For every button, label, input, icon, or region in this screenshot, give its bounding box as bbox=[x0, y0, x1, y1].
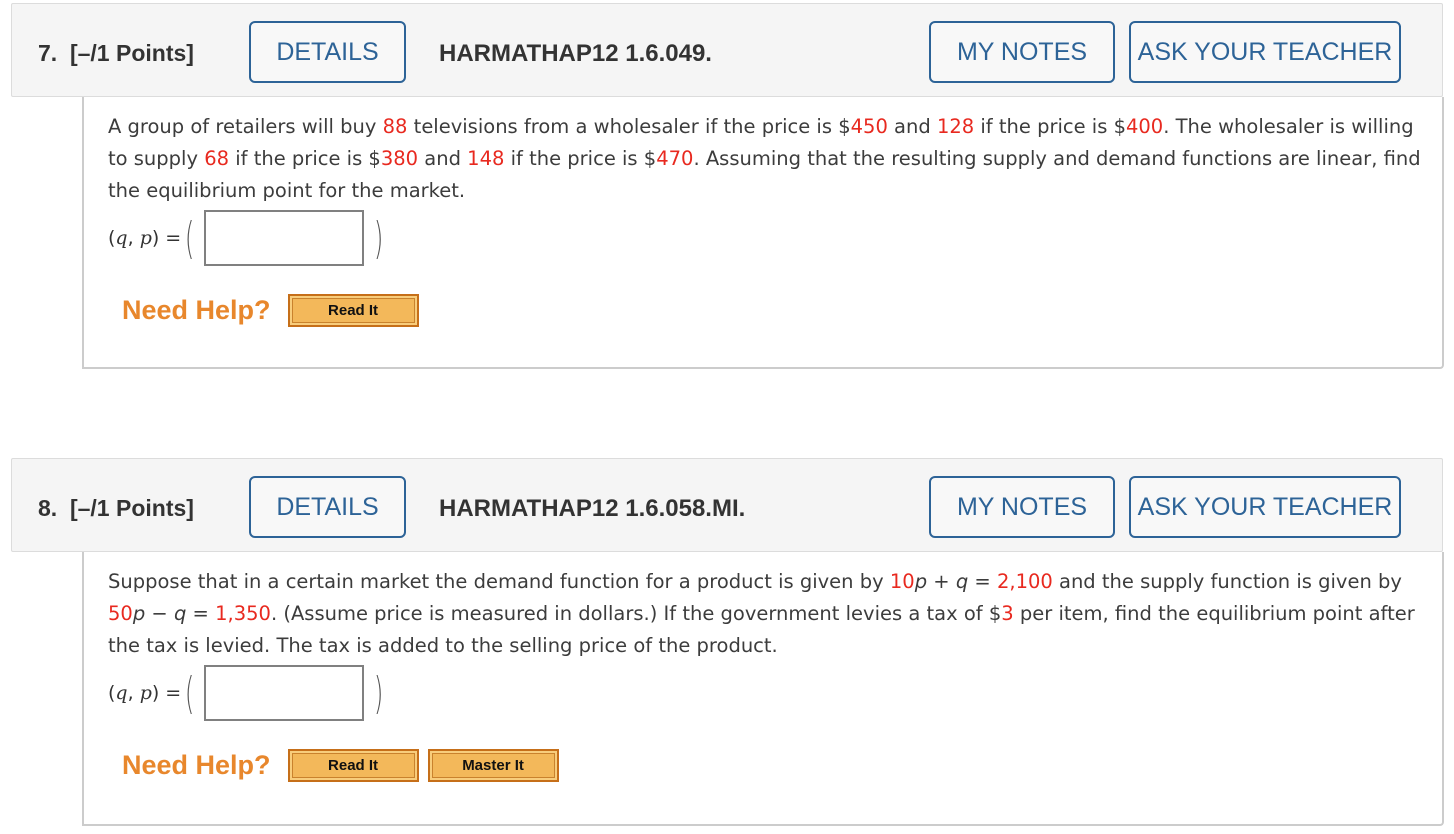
text-segment: if the price is $ bbox=[504, 147, 657, 170]
label-var-q: q bbox=[115, 682, 128, 704]
text-segment: = bbox=[968, 570, 997, 593]
given-value: 10 bbox=[889, 570, 915, 593]
ask-your-teacher-button[interactable]: ASK YOUR TEACHER bbox=[1129, 21, 1401, 83]
label-var-q: q bbox=[115, 227, 128, 249]
answer-input[interactable] bbox=[204, 210, 365, 266]
close-paren: ) bbox=[374, 212, 384, 264]
given-value: 3 bbox=[1001, 602, 1014, 625]
help-row: Need Help? Read It bbox=[122, 294, 428, 327]
question-code: HARMATHAP12 1.6.058.MI. bbox=[439, 495, 746, 522]
math-var: q bbox=[173, 602, 187, 625]
read-it-button[interactable]: Read It bbox=[287, 749, 419, 782]
details-button[interactable]: DETAILS bbox=[249, 21, 406, 83]
question-body: A group of retailers will buy 88 televis… bbox=[82, 97, 1444, 369]
text-segment: = bbox=[186, 602, 216, 625]
given-value: 450 bbox=[850, 115, 888, 138]
my-notes-button[interactable]: MY NOTES bbox=[929, 476, 1115, 538]
answer-row: (q, p) = ( ) bbox=[108, 662, 388, 724]
question-body: Suppose that in a certain market the dem… bbox=[82, 552, 1444, 826]
given-value: 400 bbox=[1125, 115, 1164, 138]
close-paren: ) bbox=[374, 667, 384, 719]
label-var-p: p bbox=[139, 227, 152, 249]
text-segment: + bbox=[927, 570, 956, 593]
text-segment: Suppose that in a certain market the dem… bbox=[108, 570, 890, 593]
question-number-points: 8. [–/1 Points] bbox=[38, 495, 194, 521]
answer-label: (q, p) = bbox=[108, 682, 181, 704]
given-value: 1,350 bbox=[215, 602, 271, 625]
text-segment: − bbox=[145, 602, 174, 625]
text-segment: and bbox=[418, 147, 468, 170]
need-help-label: Need Help? bbox=[122, 295, 271, 325]
answer-label: (q, p) = bbox=[108, 227, 181, 249]
given-value: 2,100 bbox=[996, 570, 1053, 593]
need-help-label: Need Help? bbox=[122, 750, 271, 780]
text-segment: if the price is $ bbox=[974, 115, 1126, 138]
given-value: 50 bbox=[108, 602, 133, 625]
label-part: , bbox=[127, 682, 140, 704]
my-notes-button[interactable]: MY NOTES bbox=[929, 21, 1115, 83]
given-value: 470 bbox=[656, 147, 694, 170]
answer-input[interactable] bbox=[204, 665, 365, 721]
text-segment: . (Assume price is measured in dollars.)… bbox=[270, 602, 1002, 625]
ask-your-teacher-button[interactable]: ASK YOUR TEACHER bbox=[1129, 476, 1401, 538]
open-paren: ( bbox=[185, 212, 195, 264]
question-text: A group of retailers will buy 88 televis… bbox=[108, 111, 1428, 207]
given-value: 380 bbox=[380, 147, 419, 170]
given-value: 68 bbox=[204, 147, 230, 170]
label-part: ) = bbox=[151, 682, 182, 704]
details-button[interactable]: DETAILS bbox=[249, 476, 406, 538]
label-part: , bbox=[127, 227, 140, 249]
question-header: 8. [–/1 Points] DETAILS HARMATHAP12 1.6.… bbox=[11, 458, 1443, 552]
question-text: Suppose that in a certain market the dem… bbox=[108, 566, 1428, 662]
math-var: q bbox=[955, 570, 969, 593]
text-segment: A group of retailers will buy bbox=[108, 115, 383, 138]
question-code: HARMATHAP12 1.6.049. bbox=[439, 40, 712, 67]
text-segment: if the price is $ bbox=[229, 147, 381, 170]
open-paren: ( bbox=[185, 667, 195, 719]
math-var: p bbox=[132, 602, 146, 625]
help-row: Need Help? Read It Master It bbox=[122, 749, 568, 782]
answer-row: (q, p) = ( ) bbox=[108, 207, 388, 269]
question-header: 7. [–/1 Points] DETAILS HARMATHAP12 1.6.… bbox=[11, 3, 1443, 97]
master-it-button[interactable]: Master It bbox=[427, 749, 559, 782]
given-value: 88 bbox=[382, 115, 408, 138]
read-it-button[interactable]: Read It bbox=[287, 294, 419, 327]
text-segment: televisions from a wholesaler if the pri… bbox=[407, 115, 851, 138]
label-part: ) = bbox=[151, 227, 182, 249]
given-value: 148 bbox=[467, 147, 505, 170]
question-number-points: 7. [–/1 Points] bbox=[38, 40, 194, 66]
text-segment: and the supply function is given by bbox=[1052, 570, 1402, 593]
given-value: 128 bbox=[936, 115, 975, 138]
math-var: p bbox=[914, 570, 928, 593]
label-var-p: p bbox=[139, 682, 152, 704]
text-segment: and bbox=[887, 115, 937, 138]
